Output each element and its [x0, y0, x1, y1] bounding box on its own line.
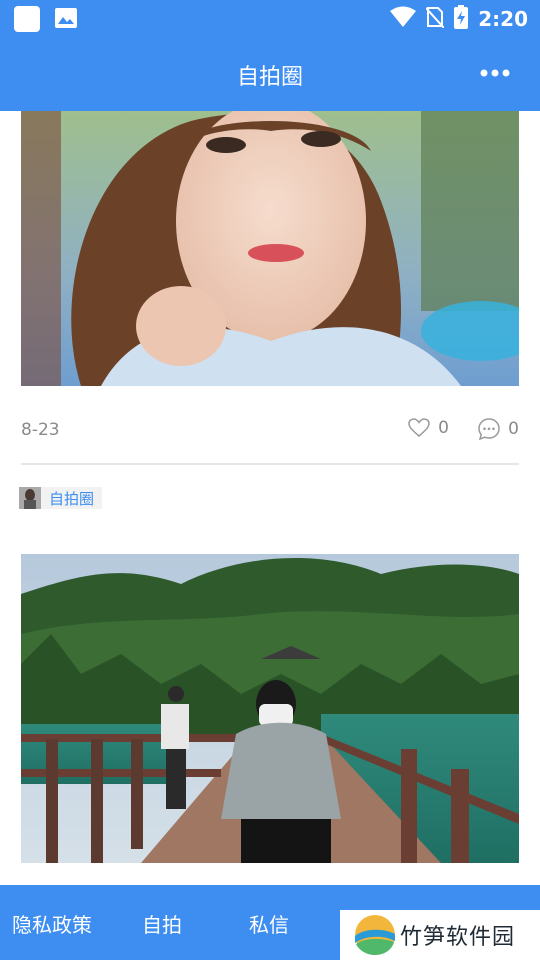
comment-count: 0: [508, 419, 519, 439]
battery-charging-icon: [454, 5, 469, 33]
more-horizontal-icon: [480, 69, 510, 77]
post-meta: 8-23 0 0: [21, 412, 519, 452]
avatar: [19, 487, 41, 509]
image-icon: [54, 6, 78, 30]
like-count: 0: [438, 418, 449, 438]
nav-item-messages[interactable]: 私信: [249, 909, 289, 938]
like-button[interactable]: 0: [408, 418, 449, 438]
nav-item-selfie[interactable]: 自拍: [142, 909, 182, 938]
nav-item-privacy[interactable]: 隐私政策: [12, 909, 92, 938]
no-sim-icon: [425, 6, 445, 32]
comment-icon: [478, 418, 500, 440]
post-photo[interactable]: [21, 111, 519, 386]
app-square-icon: [14, 6, 40, 32]
watermark: 竹笋软件园: [340, 910, 540, 960]
post-photo[interactable]: [21, 554, 519, 863]
page-title: 自拍圈: [236, 65, 303, 90]
more-button[interactable]: [480, 63, 510, 83]
app-screen: 2:20 自拍圈 8-23 0 0 自拍圈 隐私政策 自拍 私信 竹笋软件园: [0, 0, 540, 960]
post-divider: [21, 463, 519, 465]
app-bar: 自拍圈: [0, 37, 540, 111]
comment-button[interactable]: 0: [478, 418, 519, 440]
status-time: 2:20: [478, 7, 528, 31]
wifi-icon: [390, 6, 417, 32]
watermark-text: 竹笋软件园: [400, 925, 516, 950]
post-date: 8-23: [21, 420, 60, 440]
post-tag[interactable]: 自拍圈: [19, 487, 103, 509]
tag-label: 自拍圈: [49, 489, 95, 508]
feed-list[interactable]: 8-23 0 0 自拍圈: [0, 111, 540, 885]
watermark-logo-icon: [355, 915, 395, 955]
heart-icon: [408, 418, 430, 437]
status-bar: 2:20: [0, 0, 540, 37]
